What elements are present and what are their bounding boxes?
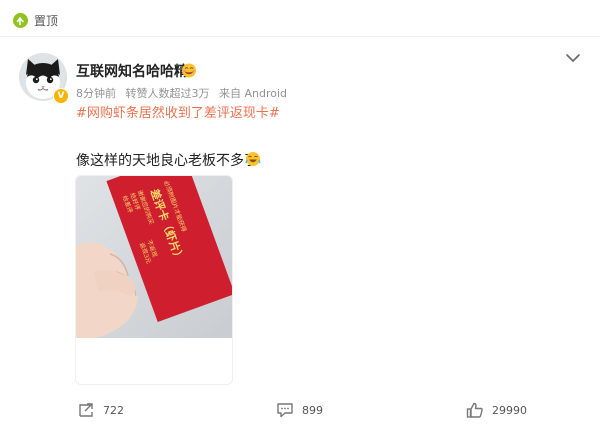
pin-bar: 置顶 — [0, 0, 600, 38]
post-photo[interactable]: 差评卡（虾片） 谢谢您的购买 给好评 不返现 给差评 返现3元 必须附图片才能获… — [76, 176, 232, 338]
repost-icon — [79, 403, 93, 417]
header-divider — [0, 36, 600, 37]
post-image-card[interactable]: 差评卡（虾片） 谢谢您的购买 给好评 不返现 给差评 返现3元 必须附图片才能获… — [75, 175, 233, 385]
comment-icon — [277, 403, 293, 418]
comment-count: 899 — [302, 403, 323, 417]
chevron-down-icon[interactable] — [565, 52, 581, 64]
emoji-badge-icon — [182, 63, 196, 78]
post-meta: 8分钟前 转赞人数超过3万 来自 Android — [76, 85, 293, 101]
post-text: 像这样的天地良心老板不多了 — [76, 153, 258, 169]
author-name[interactable]: 互联网知名哈哈精 — [76, 61, 188, 81]
like-icon — [466, 402, 483, 418]
topic-link[interactable]: #网购虾条居然收到了差评返现卡# — [76, 102, 280, 121]
pin-icon — [13, 13, 28, 28]
repost-button[interactable]: 722 — [77, 401, 124, 419]
laugh-emoji-icon — [245, 152, 261, 166]
like-button[interactable]: 29990 — [466, 401, 527, 419]
like-count: 29990 — [492, 403, 527, 417]
comment-button[interactable]: 899 — [276, 401, 323, 419]
repost-stats: 转赞人数超过3万 — [125, 87, 210, 100]
post-time[interactable]: 8分钟前 — [76, 87, 116, 100]
pin-label: 置顶 — [34, 14, 59, 28]
post-source: 来自 Android — [219, 87, 288, 100]
repost-count: 722 — [103, 403, 124, 417]
verified-badge-icon: V — [53, 88, 69, 104]
